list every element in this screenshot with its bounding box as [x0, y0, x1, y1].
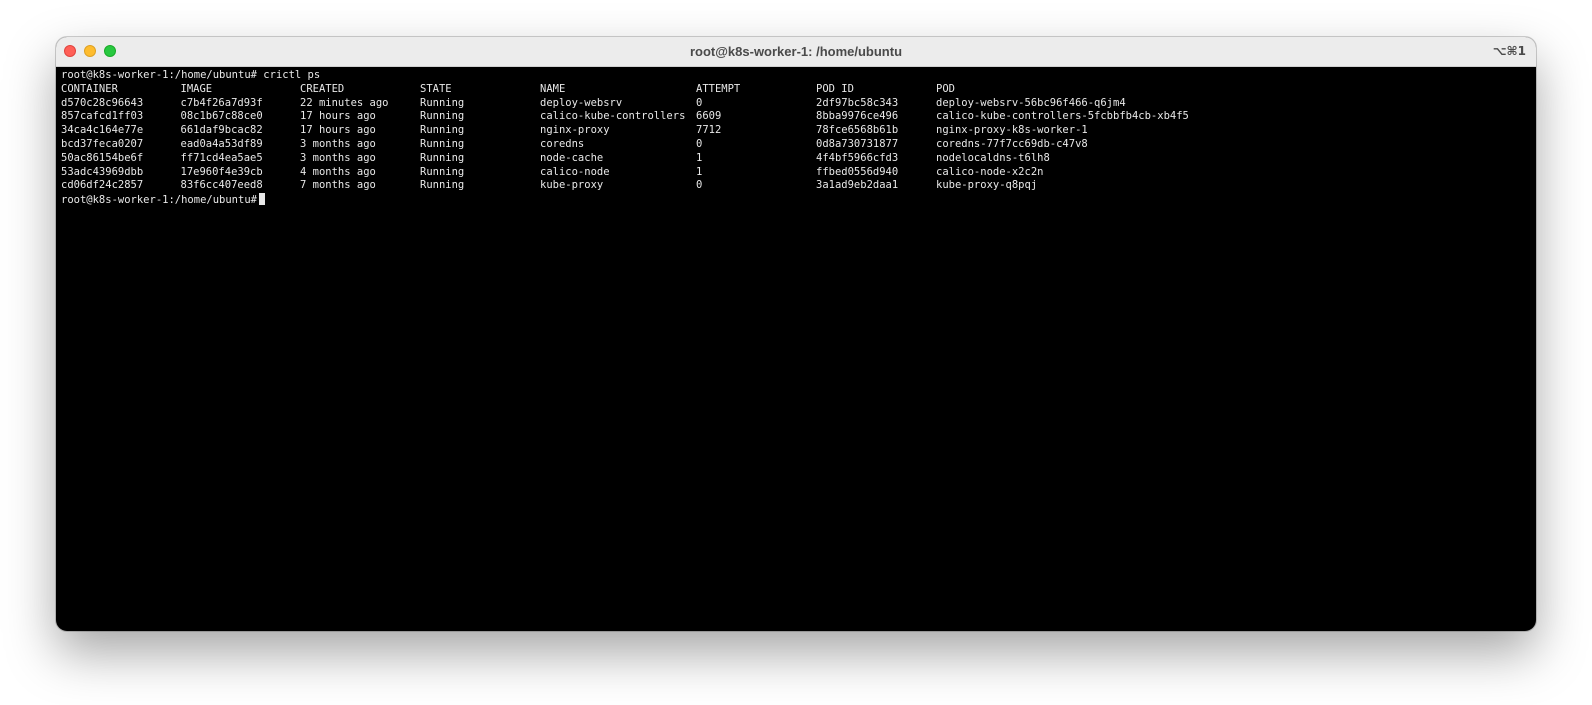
column-header-image: IMAGE — [180, 82, 213, 95]
cell-pod-id: 0d8a730731877 — [816, 137, 899, 150]
table-row: 34ca4c164e77e 661daf9bcac82 17 hours ago… — [61, 124, 1536, 138]
cell-state: Running — [420, 179, 465, 192]
cell-state: Running — [420, 151, 465, 164]
terminal-content[interactable]: root@k8s-worker-1:/home/ubuntu# crictl p… — [56, 67, 1536, 631]
cell-pod-id: 2df97bc58c343 — [816, 96, 899, 109]
cell-name: calico-kube-controllers — [540, 110, 686, 123]
cell-container-id: 34ca4c164e77e — [61, 124, 144, 137]
column-header-pod-id: POD ID — [816, 82, 854, 95]
cell-attempt: 0 — [696, 96, 703, 109]
table-row: cd06df24c2857 83f6cc407eed8 7 months ago… — [61, 179, 1536, 193]
cell-created: 7 months ago — [300, 179, 376, 192]
cell-container-id: 857cafcd1ff03 — [61, 110, 144, 123]
cell-image: 661daf9bcac82 — [180, 124, 263, 137]
cell-name: kube-proxy — [540, 179, 604, 192]
cell-image: 17e960f4e39cb — [180, 165, 263, 178]
cell-pod: kube-proxy-q8pqj — [936, 179, 1038, 192]
cell-state: Running — [420, 96, 465, 109]
cell-name: deploy-websrv — [540, 96, 623, 109]
cell-created: 3 months ago — [300, 137, 376, 150]
text-cursor — [258, 193, 265, 206]
cell-container-id: d570c28c96643 — [61, 96, 144, 109]
prompt-line: root@k8s-worker-1:/home/ubuntu# — [61, 193, 1536, 207]
cell-container-id: 53adc43969dbb — [61, 165, 144, 178]
table-row: 857cafcd1ff03 08c1b67c88ce0 17 hours ago… — [61, 110, 1536, 124]
cell-state: Running — [420, 124, 465, 137]
command-line: root@k8s-worker-1:/home/ubuntu# crictl p… — [61, 69, 1536, 83]
cell-created: 17 hours ago — [300, 110, 376, 123]
cell-attempt: 0 — [696, 137, 703, 150]
cell-image: 08c1b67c88ce0 — [180, 110, 263, 123]
cell-attempt: 7712 — [696, 124, 722, 137]
typed-command: crictl ps — [263, 69, 321, 81]
cell-image: ff71cd4ea5ae5 — [180, 151, 263, 164]
cell-container-id: cd06df24c2857 — [61, 179, 144, 192]
cell-attempt: 1 — [696, 165, 703, 178]
cell-pod: deploy-websrv-56bc96f466-q6jm4 — [936, 96, 1126, 109]
cell-pod: coredns-77f7cc69db-c47v8 — [936, 137, 1088, 150]
cell-name: nginx-proxy — [540, 124, 610, 137]
terminal-window: root@k8s-worker-1: /home/ubuntu ⌥⌘1 root… — [56, 37, 1536, 631]
column-header-attempt: ATTEMPT — [696, 82, 741, 95]
column-header-name: NAME — [540, 82, 566, 95]
shell-prompt: root@k8s-worker-1:/home/ubuntu# — [61, 69, 257, 81]
column-header-pod: POD — [936, 82, 955, 95]
cell-pod-id: 4f4bf5966cfd3 — [816, 151, 899, 164]
cell-state: Running — [420, 165, 465, 178]
cell-state: Running — [420, 137, 465, 150]
cell-created: 3 months ago — [300, 151, 376, 164]
cell-attempt: 1 — [696, 151, 703, 164]
table-row: bcd37feca0207 ead0a4a53df89 3 months ago… — [61, 138, 1536, 152]
cell-name: calico-node — [540, 165, 610, 178]
table-row: 50ac86154be6f ff71cd4ea5ae5 3 months ago… — [61, 152, 1536, 166]
cell-pod: nodelocaldns-t6lh8 — [936, 151, 1050, 164]
cell-pod: calico-kube-controllers-5fcbbfb4cb-xb4f5 — [936, 110, 1189, 123]
cell-created: 17 hours ago — [300, 124, 376, 137]
cell-image: c7b4f26a7d93f — [180, 96, 263, 109]
cell-pod: nginx-proxy-k8s-worker-1 — [936, 124, 1088, 137]
cell-pod-id: 8bba9976ce496 — [816, 110, 899, 123]
cell-state: Running — [420, 110, 465, 123]
tab-shortcut-indicator: ⌥⌘1 — [1492, 44, 1526, 58]
cell-name: coredns — [540, 137, 585, 150]
cell-attempt: 0 — [696, 179, 703, 192]
table-row: 53adc43969dbb 17e960f4e39cb 4 months ago… — [61, 166, 1536, 180]
cell-container-id: bcd37feca0207 — [61, 137, 144, 150]
shell-prompt: root@k8s-worker-1:/home/ubuntu# — [61, 194, 257, 207]
cell-pod: calico-node-x2c2n — [936, 165, 1044, 178]
cell-pod-id: 3a1ad9eb2daa1 — [816, 179, 899, 192]
column-header-container: CONTAINER — [61, 82, 118, 95]
cell-attempt: 6609 — [696, 110, 722, 123]
window-title: root@k8s-worker-1: /home/ubuntu — [689, 44, 903, 59]
column-header-state: STATE — [420, 82, 452, 95]
cell-pod-id: 78fce6568b61b — [816, 124, 899, 137]
cell-image: ead0a4a53df89 — [180, 137, 263, 150]
table-header-row: CONTAINER IMAGE CREATED STATE NAME ATTEM… — [61, 83, 1536, 97]
column-header-created: CREATED — [300, 82, 345, 95]
table-row: d570c28c96643 c7b4f26a7d93f 22 minutes a… — [61, 97, 1536, 111]
cell-pod-id: ffbed0556d940 — [816, 165, 899, 178]
cell-created: 22 minutes ago — [300, 96, 389, 109]
cell-created: 4 months ago — [300, 165, 376, 178]
cell-name: node-cache — [540, 151, 604, 164]
cell-container-id: 50ac86154be6f — [61, 151, 144, 164]
cell-image: 83f6cc407eed8 — [180, 179, 263, 192]
title-bar[interactable]: root@k8s-worker-1: /home/ubuntu ⌥⌘1 — [56, 37, 1536, 67]
